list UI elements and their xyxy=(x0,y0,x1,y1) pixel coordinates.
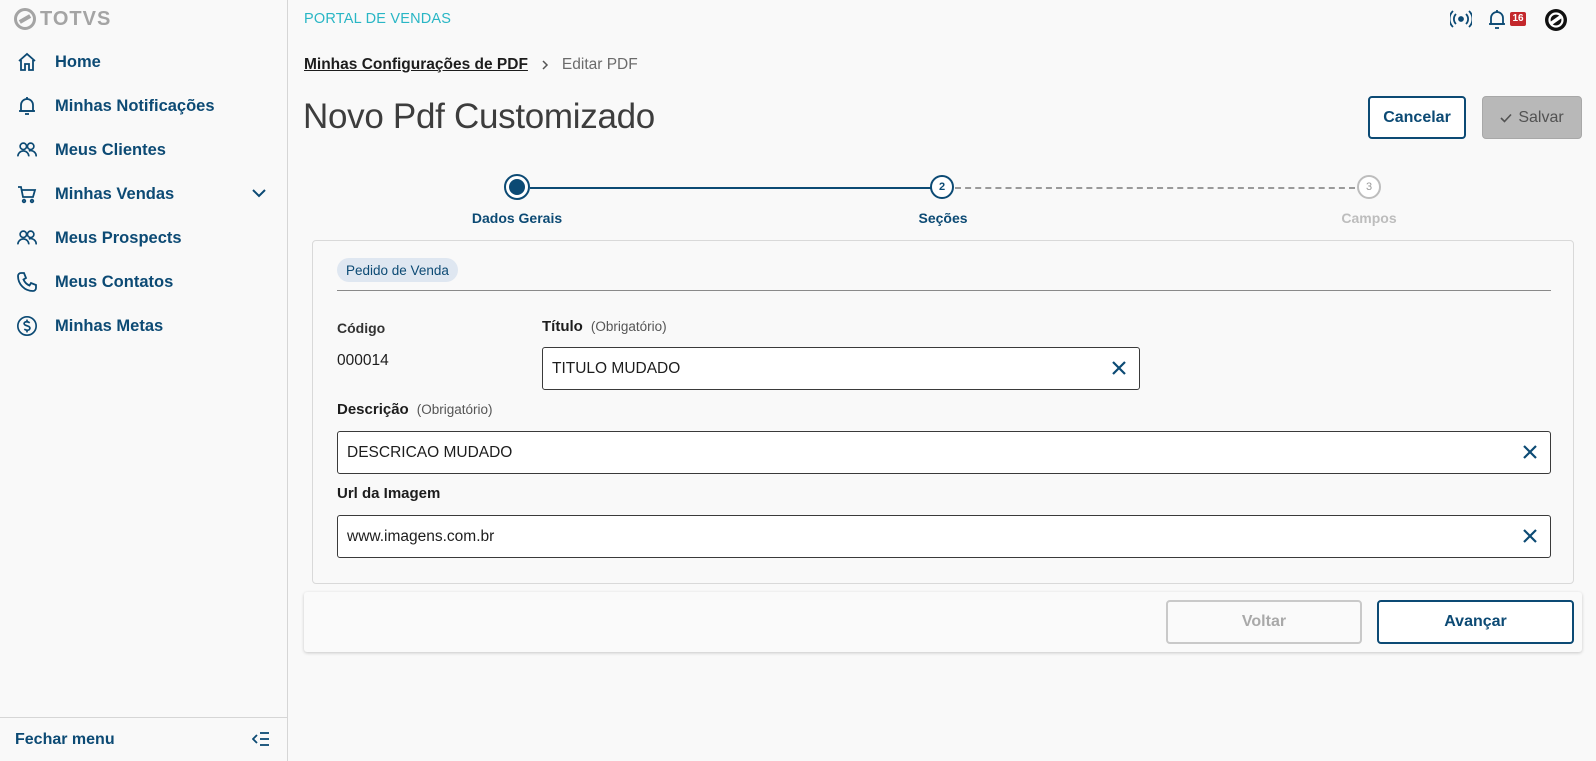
page-title: Novo Pdf Customizado xyxy=(303,97,655,136)
sidebar-item-label: Home xyxy=(55,52,101,71)
check-icon xyxy=(1500,113,1512,123)
titulo-required-hint: (Obrigatório) xyxy=(590,319,667,334)
close-menu-label: Fechar menu xyxy=(15,730,115,748)
step-done-dot xyxy=(509,179,525,195)
phone-icon xyxy=(16,271,38,293)
titulo-input[interactable]: TITULO MUDADO xyxy=(542,347,1140,390)
logo-text: TOTVS xyxy=(40,7,112,30)
document-type-tag: Pedido de Venda xyxy=(337,258,458,282)
breadcrumb-link-pdf-configs[interactable]: Minhas Configurações de PDF xyxy=(304,56,528,74)
descricao-input-value: DESCRICAO MUDADO xyxy=(347,443,513,461)
portal-title: PORTAL DE VENDAS xyxy=(304,11,452,27)
breadcrumb-current: Editar PDF xyxy=(561,56,638,73)
user-avatar-icon[interactable] xyxy=(1544,8,1568,37)
notification-count-badge: 16 xyxy=(1510,12,1526,26)
sidebar-item-label: Minhas Notificações xyxy=(55,96,215,115)
close-menu-button[interactable]: Fechar menu xyxy=(0,717,288,761)
descricao-label: Descrição (Obrigatório) xyxy=(337,401,493,418)
descricao-input[interactable]: DESCRICAO MUDADO xyxy=(337,431,1551,474)
users-icon xyxy=(16,139,38,161)
breadcrumb: Minhas Configurações de PDF Editar PDF xyxy=(304,56,638,74)
home-icon xyxy=(16,51,38,73)
sidebar-item-label: Meus Clientes xyxy=(55,140,166,159)
sidebar-item-label: Meus Prospects xyxy=(55,228,182,247)
codigo-value: 000014 xyxy=(337,352,389,369)
next-button[interactable]: Avançar xyxy=(1377,600,1574,644)
clear-icon[interactable] xyxy=(1522,444,1538,460)
url-label: Url da Imagem xyxy=(337,485,441,502)
totvs-logo-icon xyxy=(14,8,36,30)
users-icon xyxy=(16,227,38,249)
broadcast-icon[interactable] xyxy=(1448,9,1474,34)
sidebar: TOTVS Home Minhas Notificações Meus Clie… xyxy=(0,0,288,761)
sidebar-item-clientes[interactable]: Meus Clientes xyxy=(0,128,288,172)
step-3-indicator: 3 xyxy=(1357,175,1381,199)
url-input-value: www.imagens.com.br xyxy=(347,527,495,545)
divider xyxy=(337,290,1551,291)
back-button[interactable]: Voltar xyxy=(1166,600,1362,644)
titulo-label-text: Título xyxy=(542,318,583,335)
sidebar-item-label: Minhas Metas xyxy=(55,316,164,335)
codigo-label: Código xyxy=(337,320,386,336)
collapse-menu-icon[interactable] xyxy=(251,731,270,752)
step-2-indicator[interactable]: 2 xyxy=(930,175,954,199)
step-1-label[interactable]: Dados Gerais xyxy=(472,210,562,226)
url-input[interactable]: www.imagens.com.br xyxy=(337,515,1551,558)
sidebar-item-label: Meus Contatos xyxy=(55,272,174,291)
sidebar-item-contatos[interactable]: Meus Contatos xyxy=(0,260,288,304)
clear-icon[interactable] xyxy=(1522,528,1538,544)
form-card: Pedido de Venda Código 000014 Título (Obr… xyxy=(312,240,1574,584)
save-button[interactable]: Salvar xyxy=(1482,96,1582,139)
totvs-logo: TOTVS xyxy=(14,7,111,31)
stepper: 2 3 Dados Gerais Seções Campos xyxy=(0,170,1596,230)
sidebar-item-home[interactable]: Home xyxy=(0,40,288,84)
chevron-right-icon xyxy=(540,59,550,71)
step-connector-pending xyxy=(955,187,1355,189)
titulo-label: Título (Obrigatório) xyxy=(542,318,667,335)
step-2-label[interactable]: Seções xyxy=(918,210,967,226)
descricao-required-hint: (Obrigatório) xyxy=(416,402,493,417)
notification-bell-icon[interactable] xyxy=(1487,9,1507,36)
dollar-icon xyxy=(16,315,38,337)
descricao-label-text: Descrição xyxy=(337,401,409,418)
step-connector-done xyxy=(530,187,940,189)
bell-icon xyxy=(16,95,38,117)
sidebar-item-metas[interactable]: Minhas Metas xyxy=(0,304,288,348)
clear-icon[interactable] xyxy=(1111,360,1127,376)
app-root: TOTVS Home Minhas Notificações Meus Clie… xyxy=(0,0,1596,761)
cancel-button[interactable]: Cancelar xyxy=(1368,96,1466,139)
step-1-indicator[interactable] xyxy=(504,174,530,200)
save-button-label: Salvar xyxy=(1518,108,1564,126)
step-3-label: Campos xyxy=(1341,210,1397,226)
sidebar-item-notificacoes[interactable]: Minhas Notificações xyxy=(0,84,288,128)
titulo-input-value: TITULO MUDADO xyxy=(552,359,681,377)
